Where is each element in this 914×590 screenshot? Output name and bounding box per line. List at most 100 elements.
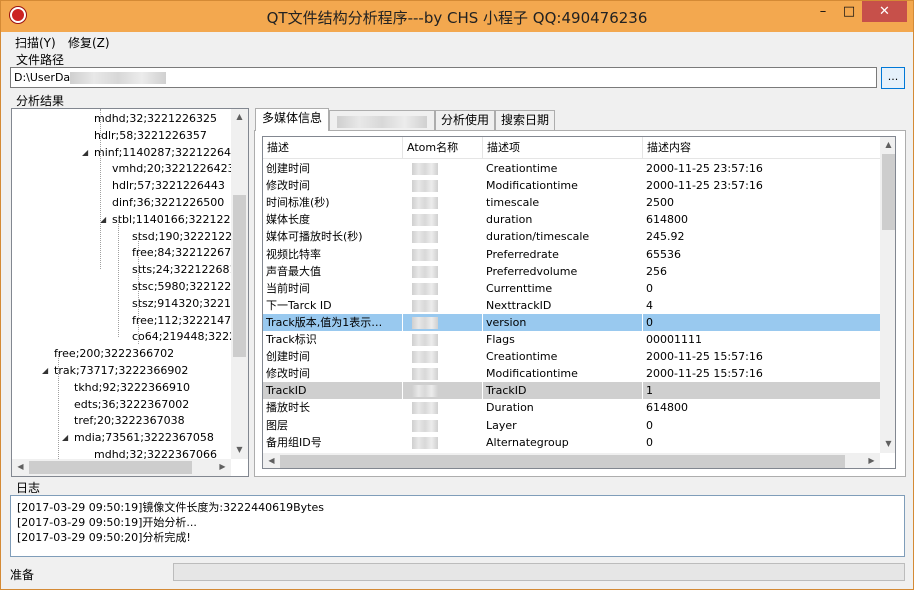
header-atom-name[interactable]: Atom名称 [403,137,483,159]
title-bar[interactable]: QT文件结构分析程序---by CHS 小程子 QQ:490476236 – □… [1,1,913,32]
cell-description: 图层 [266,418,288,432]
table-row[interactable]: 修改时间 Modificationtime 2000-11-25 15:57:16 [263,365,883,382]
browse-button[interactable]: ... [881,67,905,89]
tree-item[interactable]: co64;219448;32221 [132,328,243,345]
cell-atom-redacted [403,160,482,177]
log-box[interactable]: [2017-03-29 09:50:19]镜像文件长度为:3222440619B… [10,495,905,557]
table-row[interactable]: 视频比特率 Preferredrate 65536 [263,246,883,263]
tab-redacted[interactable] [329,110,435,130]
scroll-left-icon[interactable]: ◀ [263,456,280,465]
table-row[interactable]: 创建时间 Creationtime 2000-11-25 23:57:16 [263,160,883,177]
cell-content: 00001111 [646,333,702,346]
tree-item[interactable]: trak;73717;3222366902 [54,362,188,379]
cell-item: Creationtime [486,162,558,175]
cell-description: 播放时长 [266,401,310,415]
table-row[interactable]: 创建时间 Creationtime 2000-11-25 15:57:16 [263,348,883,365]
cell-atom-redacted [403,417,482,434]
path-input[interactable]: D:\UserDa [10,67,877,88]
tree-item[interactable]: stsc;5980;32212268 [132,278,245,295]
table-row[interactable]: 当前时间 Currenttime 0 [263,280,883,297]
table-row[interactable]: 修改时间 Modificationtime 2000-11-25 23:57:16 [263,177,883,194]
tree-item[interactable]: hdlr;57;3221226443 [112,177,225,194]
expand-arrow-icon[interactable]: ◢ [62,433,68,442]
cell-content: 0 [646,281,653,295]
tab-analysis-usage[interactable]: 分析使用 [435,110,495,130]
cell-description: 时间标准(秒) [266,196,330,210]
expand-arrow-icon[interactable]: ◢ [82,148,88,157]
cell-atom-redacted [403,313,482,331]
tab-media-info[interactable]: 多媒体信息 [255,108,329,131]
tree-item[interactable]: free;112;322214714 [132,312,245,329]
maximize-button[interactable]: □ [836,1,862,22]
header-description[interactable]: 描述 [263,137,403,159]
tree-hscrollbar[interactable]: ◀ ▶ [12,459,231,476]
info-grid[interactable]: 描述 Atom名称 描述项 描述内容 创建时间 Creationtime 2000-… [262,136,896,469]
table-row[interactable]: TrackID TrackID 1 [263,382,883,400]
scroll-down-icon[interactable]: ▼ [880,439,895,448]
cell-item: Preferredvolume [486,264,578,278]
tree-item[interactable]: mdia;73561;3222367058 [74,429,214,446]
tree-item[interactable]: mdhd;32;3221226325 [94,110,217,127]
log-label: 日志 [16,481,41,495]
table-row[interactable]: 图层 Layer 0 [263,417,883,434]
tree-item-label: co64;219448;32221 [132,330,244,344]
grid-vscroll-thumb[interactable] [882,154,895,230]
redacted-atom [412,197,438,210]
cell-item: Creationtime [486,350,558,364]
redacted-atom [412,351,438,364]
cell-atom-redacted [403,365,482,382]
tree-vscrollbar[interactable]: ▲ ▼ [231,109,248,459]
scroll-left-icon[interactable]: ◀ [12,462,29,471]
atom-tree[interactable]: mdhd;32;3221226325 hdlr;58;3221226357 minf… [11,108,249,477]
tree-item[interactable]: dinf;36;3221226500 [112,194,224,211]
tree-item[interactable]: free;84;3221226734 [132,244,245,261]
cell-item: Preferredrate [486,247,559,261]
table-row[interactable]: 声音最大值 Preferredvolume 256 [263,263,883,280]
cell-item: Currenttime [486,281,553,295]
minimize-button[interactable]: – [810,1,836,22]
table-row[interactable]: 媒体长度 duration 614800 [263,211,883,228]
tree-item[interactable]: hdlr;58;3221226357 [94,127,207,144]
tree-item[interactable]: stts;24;3221226818 [132,261,243,278]
header-item[interactable]: 描述项 [483,137,643,159]
table-row[interactable]: Track版本,值为1表示… version 0 [263,313,883,331]
grid-hscrollbar[interactable]: ◀ ▶ [263,453,880,468]
tree-item[interactable]: vmhd;20;3221226423 [112,160,235,177]
table-row[interactable]: 下一Tarck ID NexttrackID 4 [263,297,883,314]
tree-item[interactable]: stsz;914320;322123 [132,295,245,312]
scroll-up-icon[interactable]: ▲ [880,140,895,149]
cell-item: NexttrackID [486,298,552,312]
tree-vscroll-thumb[interactable] [233,195,246,357]
table-row[interactable]: 媒体可播放时长(秒) duration/timescale 245.92 [263,228,883,245]
table-row[interactable]: 备用组ID号 Alternategroup 0 [263,434,883,451]
close-button[interactable]: ✕ [862,1,907,22]
cell-item: timescale [486,196,540,210]
grid-header: 描述 Atom名称 描述项 描述内容 [263,137,883,159]
tree-item-label: stsc;5980;32212268 [132,280,246,293]
grid-hscroll-thumb[interactable] [280,455,845,468]
menu-scan[interactable]: 扫描(Y) [15,34,56,51]
expand-arrow-icon[interactable]: ◢ [42,366,48,375]
tab-panel: 描述 Atom名称 描述项 描述内容 创建时间 Creationtime 2000-… [254,130,906,477]
scroll-up-icon[interactable]: ▲ [231,112,248,121]
table-row[interactable]: 时间标准(秒) timescale 2500 [263,194,883,211]
tree-hscroll-thumb[interactable] [29,461,192,474]
scroll-down-icon[interactable]: ▼ [231,445,248,454]
grid-vscrollbar[interactable]: ▲ ▼ [880,137,895,453]
menu-repair[interactable]: 修复(Z) [68,34,110,51]
tree-item[interactable]: minf;1140287;3221226415 [94,144,245,161]
tree-item[interactable]: tref;20;3222367038 [74,412,185,429]
tree-item[interactable]: stbl;1140166;32212265 [112,211,244,228]
table-row[interactable]: 播放时长 Duration 614800 [263,399,883,416]
scroll-right-icon[interactable]: ▶ [214,462,231,471]
cell-atom-redacted [403,331,482,348]
tree-item[interactable]: edts;36;3222367002 [74,396,189,413]
cell-description: TrackID [263,382,402,400]
tree-item[interactable]: tkhd;92;3222366910 [74,379,190,396]
tab-search-date[interactable]: 搜索日期 [495,110,555,130]
scroll-right-icon[interactable]: ▶ [863,456,880,465]
redacted-atom [412,385,438,398]
table-row[interactable]: Track标识 Flags 00001111 [263,331,883,348]
header-content[interactable]: 描述内容 [643,137,883,159]
tree-item[interactable]: free;200;3222366702 [54,345,174,362]
